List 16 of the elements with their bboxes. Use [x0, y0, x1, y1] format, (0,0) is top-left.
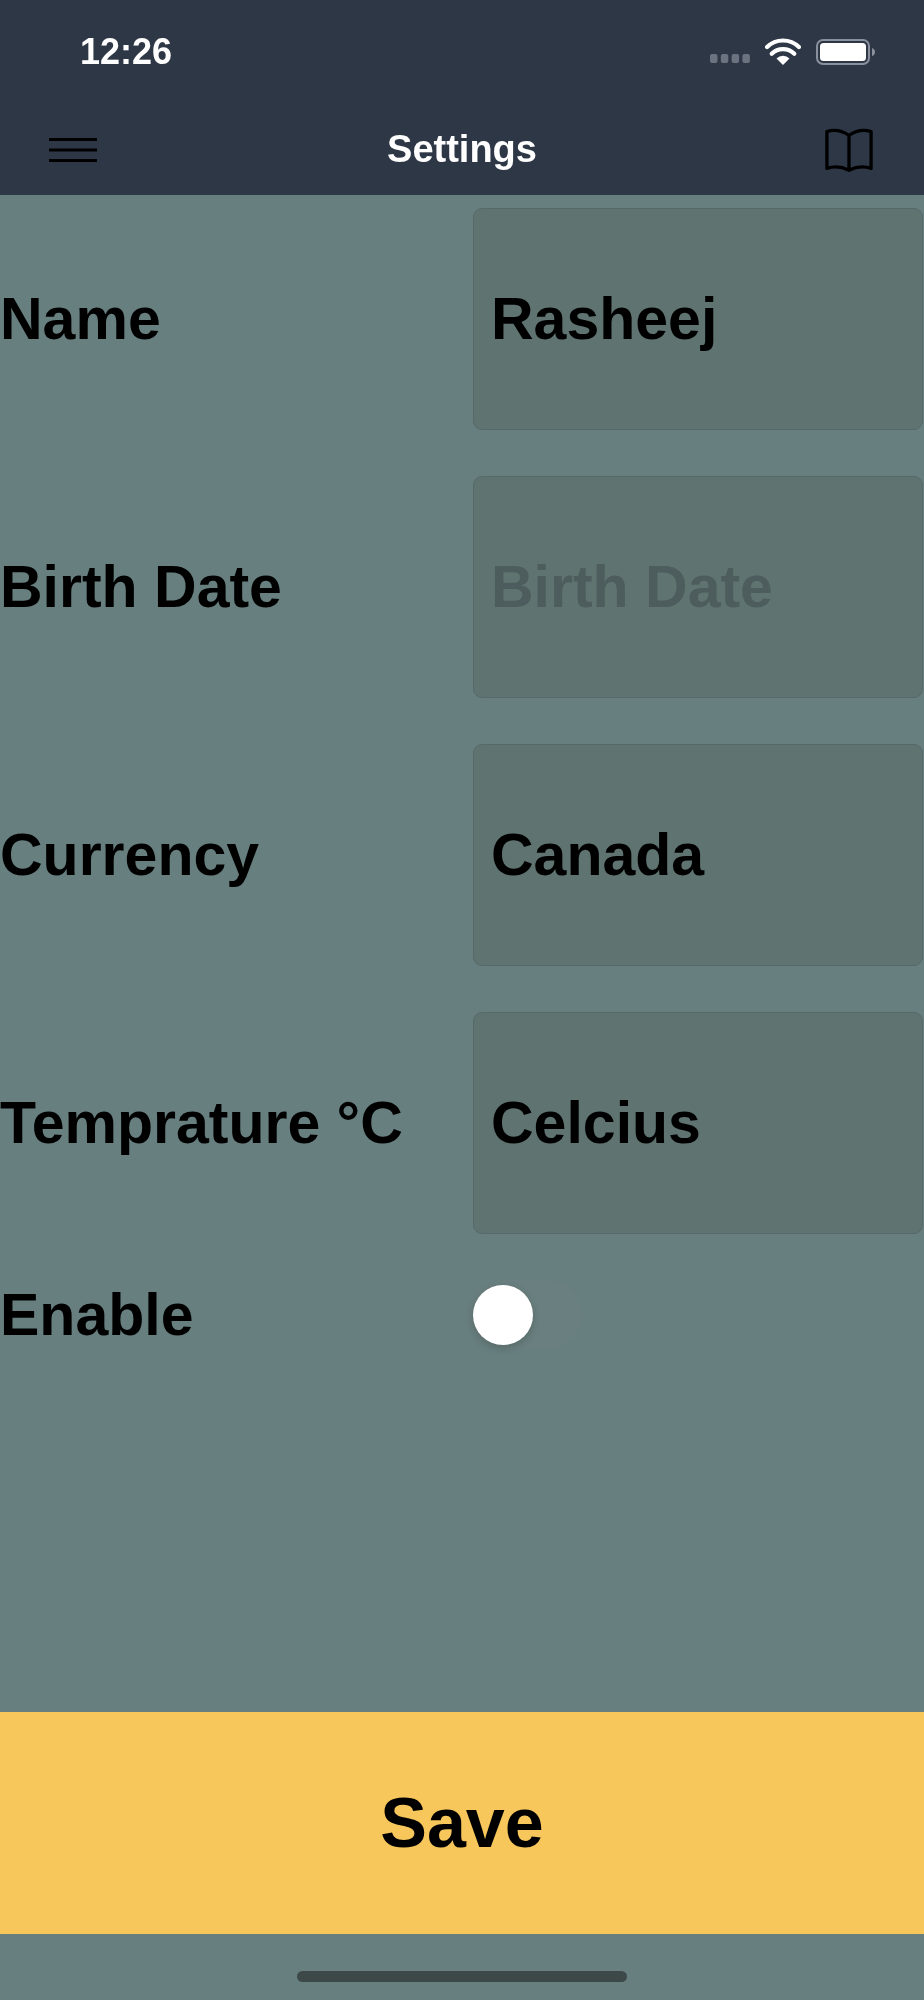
- text-field[interactable]: Rasheej: [473, 208, 923, 430]
- text-field[interactable]: Celcius: [473, 1012, 923, 1234]
- book-icon[interactable]: [823, 126, 875, 173]
- text-field[interactable]: Canada: [473, 744, 923, 966]
- field-label: Name: [0, 285, 162, 353]
- battery-icon: [816, 39, 875, 65]
- field-label: Currency: [0, 821, 261, 889]
- enable-label: Enable: [0, 1280, 195, 1349]
- field-label: Temprature °C: [0, 1089, 404, 1157]
- page-title: Settings: [387, 128, 537, 171]
- status-time: 12:26: [80, 31, 173, 73]
- save-button[interactable]: Save: [0, 1712, 924, 1934]
- field-label: Birth Date: [0, 553, 283, 621]
- cellular-signal-icon: [710, 53, 750, 63]
- wifi-icon: [765, 38, 801, 66]
- menu-icon[interactable]: [49, 137, 97, 162]
